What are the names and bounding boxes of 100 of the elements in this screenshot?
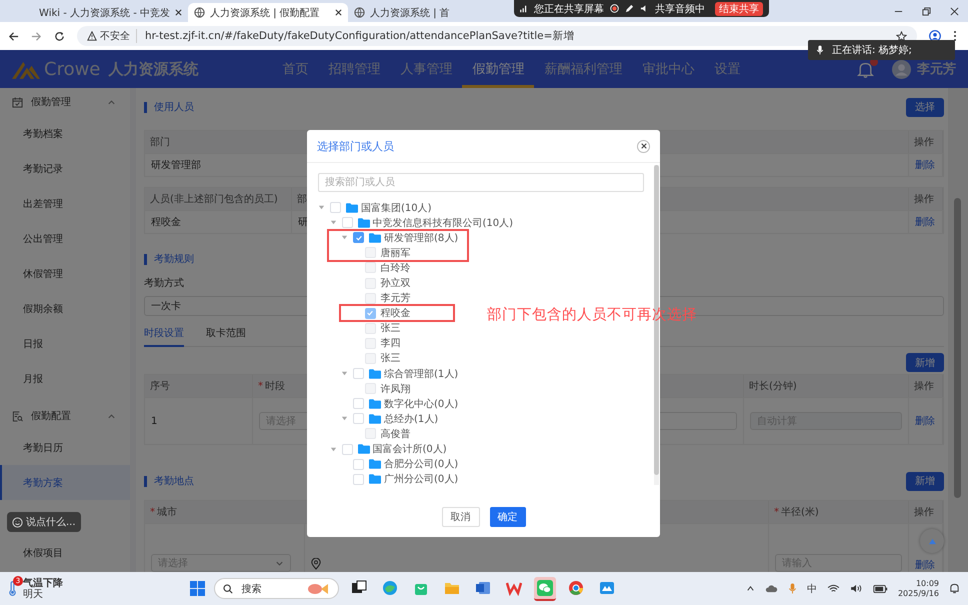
microphone-icon[interactable] bbox=[788, 583, 797, 594]
tree-label[interactable]: 国富会计所(0人) bbox=[372, 442, 447, 456]
windows-start-icon[interactable] bbox=[190, 581, 206, 596]
tree-label[interactable]: 合肥分公司(0人) bbox=[384, 457, 458, 472]
share-status: 您正在共享屏幕 bbox=[534, 2, 604, 16]
required-mark: * bbox=[150, 506, 155, 518]
sidebar-item[interactable]: 休假管理 bbox=[0, 256, 130, 291]
browser-tab[interactable]: 人力资源系统 | 假勤配置 bbox=[188, 3, 348, 22]
search-icon bbox=[223, 584, 234, 594]
avatar-icon[interactable] bbox=[892, 60, 911, 78]
battery-icon[interactable] bbox=[872, 584, 888, 592]
record-icon[interactable] bbox=[610, 4, 619, 13]
sidebar-item[interactable]: 公出管理 bbox=[0, 221, 130, 256]
sidebar-item[interactable]: 考勤日历 bbox=[0, 430, 130, 465]
reload-icon[interactable] bbox=[54, 30, 65, 42]
tree-label[interactable]: 数字化中心(0人) bbox=[384, 396, 458, 411]
browser-tab[interactable]: 人力资源系统 | 首 bbox=[348, 3, 508, 22]
sidebar-item[interactable]: 假期余额 bbox=[0, 291, 130, 326]
chat-input[interactable]: 说点什么... bbox=[7, 512, 81, 532]
sidebar-item[interactable]: 考勤记录 bbox=[0, 151, 130, 186]
tree-label[interactable]: 白玲玲 bbox=[380, 260, 410, 275]
back-icon[interactable] bbox=[8, 30, 19, 42]
caret-icon[interactable] bbox=[318, 204, 325, 212]
check-icon bbox=[366, 309, 374, 318]
notification-icon[interactable] bbox=[949, 583, 960, 594]
tree-label[interactable]: 孙立双 bbox=[380, 276, 410, 290]
table-cell: 1 bbox=[145, 397, 253, 444]
table-header: * 半径(米) bbox=[769, 501, 909, 523]
tab[interactable]: 取卡范围 bbox=[206, 326, 246, 347]
pen-icon[interactable] bbox=[625, 4, 634, 13]
tree-label[interactable]: 张三 bbox=[380, 321, 400, 336]
taskbar-search[interactable]: 搜索 bbox=[214, 578, 340, 599]
chat-icon[interactable] bbox=[534, 576, 556, 600]
tree-label[interactable]: 程咬金 bbox=[380, 306, 410, 320]
microphone-icon bbox=[816, 45, 824, 55]
sidebar-item[interactable]: 月报 bbox=[0, 361, 130, 396]
add-button[interactable]: 新增 bbox=[906, 472, 944, 490]
tree-label[interactable]: 总经办(1人) bbox=[384, 412, 438, 426]
tab[interactable]: 时段设置 bbox=[144, 326, 184, 347]
caret-icon[interactable] bbox=[341, 234, 348, 242]
bell-icon[interactable] bbox=[857, 60, 874, 78]
add-button[interactable]: 新增 bbox=[906, 353, 944, 372]
menu-icon[interactable] bbox=[953, 30, 957, 42]
input-method-indicator[interactable]: 中 bbox=[806, 582, 817, 596]
delete-link[interactable]: 删除 bbox=[915, 158, 935, 172]
close-button[interactable] bbox=[637, 140, 650, 152]
scrollbar[interactable] bbox=[948, 88, 968, 572]
delete-link[interactable]: 删除 bbox=[915, 215, 935, 229]
tree-label[interactable]: 许凤翔 bbox=[380, 382, 410, 396]
forward-icon[interactable] bbox=[31, 30, 42, 42]
sidebar-group[interactable]: 假勤管理 bbox=[0, 88, 130, 116]
delete-link[interactable]: 删除 bbox=[915, 414, 935, 428]
caret-icon[interactable] bbox=[330, 219, 336, 226]
section-title: 使用人员 bbox=[144, 102, 194, 112]
tree-label[interactable]: 高俊普 bbox=[380, 426, 410, 441]
tree-label[interactable]: 唐丽军 bbox=[380, 246, 410, 260]
address-field[interactable]: 不安全 hr-test.zjf-it.cn/#/fakeDuty/fakeDutyConfiguration/attendancePlanSave?title=新增 bbox=[77, 26, 917, 46]
select-button[interactable]: 选择 bbox=[906, 98, 944, 116]
warning-icon bbox=[87, 31, 97, 41]
delete-link[interactable]: 删除 bbox=[915, 558, 935, 572]
star-icon[interactable] bbox=[896, 30, 907, 42]
chevron-icon bbox=[107, 98, 116, 106]
tree-label[interactable]: 研发管理部(8人) bbox=[384, 230, 458, 245]
sidebar-item[interactable]: 休假项目 bbox=[0, 535, 130, 570]
section-title: 考勤规则 bbox=[144, 254, 194, 264]
sidebar-item[interactable]: 考勤档案 bbox=[0, 116, 130, 151]
tree-label[interactable]: 李元芳 bbox=[380, 291, 410, 306]
location-pin-icon[interactable] bbox=[311, 558, 321, 570]
tree-label[interactable]: 李四 bbox=[380, 336, 400, 350]
tree-label[interactable]: 中竞发信息科技有限公司(10人) bbox=[372, 216, 514, 230]
checkbox[interactable] bbox=[364, 308, 376, 319]
browser-tab[interactable]: Wiki - 人力资源系统 - 中竞发 bbox=[28, 3, 188, 22]
folder-icon bbox=[369, 232, 381, 243]
caret-icon[interactable] bbox=[341, 370, 348, 378]
volume-icon[interactable] bbox=[850, 584, 863, 593]
tree-label[interactable]: 广州分公司(0人) bbox=[384, 472, 458, 486]
search-field[interactable]: 搜索部门或人员 bbox=[318, 173, 644, 192]
wifi-icon[interactable] bbox=[826, 584, 840, 593]
confirm-button[interactable]: 确定 bbox=[490, 507, 526, 527]
folder-icon bbox=[346, 202, 358, 213]
tree-label[interactable]: 张三 bbox=[380, 351, 400, 366]
folder-icon bbox=[369, 474, 381, 484]
profile-icon[interactable] bbox=[929, 30, 941, 42]
cancel-button[interactable]: 取消 bbox=[442, 507, 480, 527]
folder-icon bbox=[369, 414, 381, 424]
security-chip[interactable]: 不安全 bbox=[87, 29, 137, 43]
chevron-up-icon[interactable] bbox=[746, 584, 755, 593]
sidebar-item[interactable]: 日报 bbox=[0, 326, 130, 361]
caret-icon[interactable] bbox=[341, 415, 348, 422]
caret-icon[interactable] bbox=[330, 446, 336, 453]
sidebar-group[interactable]: 假勤配置 bbox=[0, 402, 130, 430]
close-icon bbox=[640, 143, 646, 149]
weather-title: 气温下降 bbox=[23, 578, 63, 588]
sidebar-item[interactable]: 出差管理 bbox=[0, 186, 130, 221]
sidebar-item[interactable]: 考勤方案 bbox=[0, 465, 130, 500]
checkbox[interactable] bbox=[353, 232, 364, 244]
close-icon[interactable] bbox=[335, 9, 342, 16]
stop-sharing-button[interactable]: 结束共享 bbox=[715, 2, 763, 16]
close-icon[interactable] bbox=[175, 9, 182, 16]
folder-icon bbox=[369, 398, 381, 409]
